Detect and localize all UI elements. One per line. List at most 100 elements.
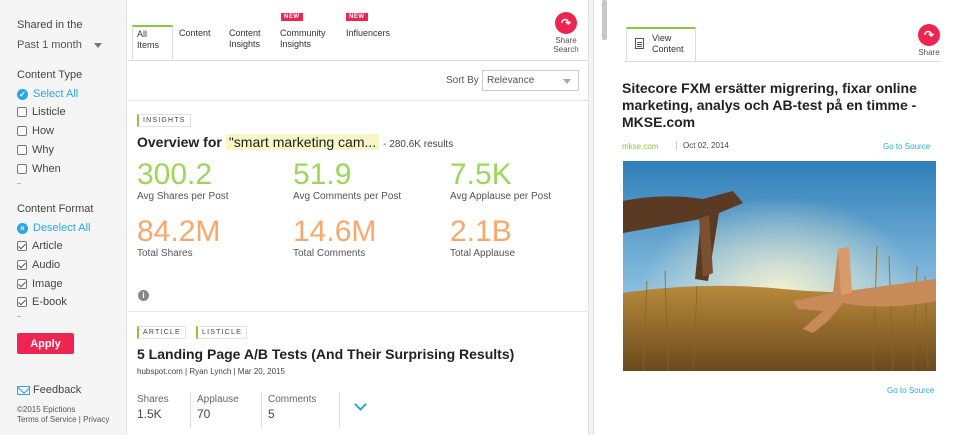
stat-value: 7.5K <box>450 158 512 191</box>
stat-value: 51.9 <box>293 158 352 191</box>
checkbox-icon <box>17 164 27 174</box>
content-format-option-ebook[interactable]: E-book <box>17 295 67 309</box>
stat-avg-applause: 7.5K Avg Applause per Post <box>450 158 551 203</box>
search-query-highlight: "smart marketing cam... <box>225 134 380 150</box>
period-select[interactable]: Past 1 month <box>17 36 109 54</box>
metric-value: 1.5K <box>137 407 162 421</box>
stat-label: Avg Comments per Post <box>293 191 402 202</box>
share-arrow-icon: ↷ <box>555 12 577 34</box>
content-type-select-all[interactable]: ✓ Select All <box>17 87 78 101</box>
content-format-option-audio[interactable]: Audio <box>17 258 60 272</box>
content-type-option-why[interactable]: Why <box>17 143 54 157</box>
stat-label: Avg Shares per Post <box>137 191 229 202</box>
tab-view-content[interactable]: View Content <box>626 27 696 62</box>
stat-total-applause: 2.1B Total Applause <box>450 215 516 260</box>
article-image <box>623 161 936 371</box>
share-arrow-icon: ↷ <box>918 24 940 46</box>
hands-frame-photo <box>623 161 936 371</box>
content-format-option-image[interactable]: Image <box>17 277 63 291</box>
metric-separator <box>190 392 191 428</box>
stat-avg-comments: 51.9 Avg Comments per Post <box>293 158 402 203</box>
overview-prefix: Overview for <box>137 134 222 150</box>
tab-influencers[interactable]: Influencers <box>346 28 390 39</box>
metric-label: Comments <box>268 394 317 405</box>
terms-privacy-links[interactable]: Terms of Service | Privacy <box>17 415 109 424</box>
metric-value: 5 <box>268 407 275 421</box>
tab-content[interactable]: Content <box>179 28 211 39</box>
stat-avg-shares: 300.2 Avg Shares per Post <box>137 160 229 203</box>
checkbox-checked-icon <box>17 279 27 289</box>
sort-by-label: Sort By <box>446 75 479 86</box>
stat-value: 14.6M <box>293 215 377 248</box>
app-root: Shared in the Past 1 month Content Type … <box>0 0 960 435</box>
share-search-label: Share Search <box>553 36 579 54</box>
copyright: ©2015 Epictions <box>17 405 76 414</box>
content-format-deselect-all[interactable]: × Deselect All <box>17 221 90 235</box>
checkbox-icon <box>17 107 27 117</box>
option-label: How <box>32 125 55 137</box>
option-label: Image <box>32 278 63 290</box>
tabs-underline <box>624 61 942 62</box>
overview-title: Overview for "smart marketing cam... - 2… <box>137 134 453 150</box>
results-column: All Items Content Content Insights NEW C… <box>128 0 588 435</box>
list-overflow-hint <box>17 183 21 184</box>
metric-shares: Shares 1.5K <box>137 394 169 421</box>
feedback-label: Feedback <box>33 384 82 396</box>
insights-tag: INSIGHTS <box>137 114 191 127</box>
tab-content-insights[interactable]: Content Insights <box>229 28 273 50</box>
chevron-down-icon <box>93 42 102 48</box>
option-label: Listicle <box>32 106 66 118</box>
stat-label: Total Applause <box>450 248 516 259</box>
apply-button[interactable]: Apply <box>17 333 74 354</box>
metric-value: 70 <box>197 407 211 421</box>
tab-label: All Items <box>137 29 160 50</box>
filter-sidebar: Shared in the Past 1 month Content Type … <box>0 0 127 435</box>
stat-value: 2.1B <box>450 215 512 248</box>
tab-label: Content <box>179 28 211 38</box>
content-format-option-article[interactable]: Article <box>17 239 63 253</box>
option-label: E-book <box>32 296 67 308</box>
metric-separator <box>261 392 262 428</box>
new-badge: NEW <box>281 13 303 21</box>
stat-label: Total Comments <box>293 248 366 259</box>
tabs-underline <box>128 60 588 61</box>
listicle-tag: LISTICLE <box>196 326 247 339</box>
go-to-source-link[interactable]: Go to Source <box>883 142 930 151</box>
info-icon[interactable]: i <box>138 290 149 301</box>
checkbox-checked-icon <box>17 297 27 307</box>
article-tag: ARTICLE <box>137 326 186 339</box>
new-badge: NEW <box>346 13 368 21</box>
viewer-article-title: Sitecore FXM ersätter migrering, fixar o… <box>622 80 917 130</box>
checkbox-icon <box>17 126 27 136</box>
article-title[interactable]: 5 Landing Page A/B Tests (And Their Surp… <box>137 346 514 362</box>
share-search-button[interactable]: ↷ Share Search <box>548 12 584 54</box>
content-type-option-when[interactable]: When <box>17 162 61 176</box>
shared-in-label: Shared in the <box>17 19 83 31</box>
results-count: - 280.6K results <box>383 139 454 150</box>
sort-select[interactable]: Relevance <box>482 70 579 91</box>
document-icon <box>635 38 644 49</box>
checkbox-checked-icon <box>17 260 27 270</box>
divider <box>128 100 588 101</box>
viewer-date: Oct 02, 2014 <box>676 141 729 150</box>
content-viewer: View Content ↷ Share Sitecore FXM ersätt… <box>594 0 960 435</box>
article-meta: hubspot.com | Ryan Lynch | Mar 20, 2015 <box>137 367 285 376</box>
share-label: Share <box>918 48 940 57</box>
metric-label: Applause <box>197 394 239 405</box>
expand-chevron-icon[interactable] <box>354 398 367 411</box>
go-to-source-link-bottom[interactable]: Go to Source <box>887 386 934 395</box>
share-button[interactable]: ↷ Share <box>914 24 944 57</box>
stat-total-shares: 84.2M Total Shares <box>137 217 220 260</box>
stat-label: Total Shares <box>137 248 193 259</box>
option-label: Article <box>32 240 63 252</box>
content-type-option-how[interactable]: How <box>17 124 54 138</box>
content-type-option-listicle[interactable]: Listicle <box>17 105 66 119</box>
sort-select-value: Relevance <box>487 75 535 86</box>
period-select-value: Past 1 month <box>17 39 82 51</box>
feedback-link[interactable]: Feedback <box>17 384 81 396</box>
tab-community-insights[interactable]: Community Insights <box>280 28 336 50</box>
metric-applause: Applause 70 <box>197 394 239 421</box>
viewer-source-domain[interactable]: mkse.com <box>622 142 658 151</box>
checkbox-checked-icon <box>17 241 27 251</box>
tab-all-items[interactable]: All Items <box>132 25 173 59</box>
